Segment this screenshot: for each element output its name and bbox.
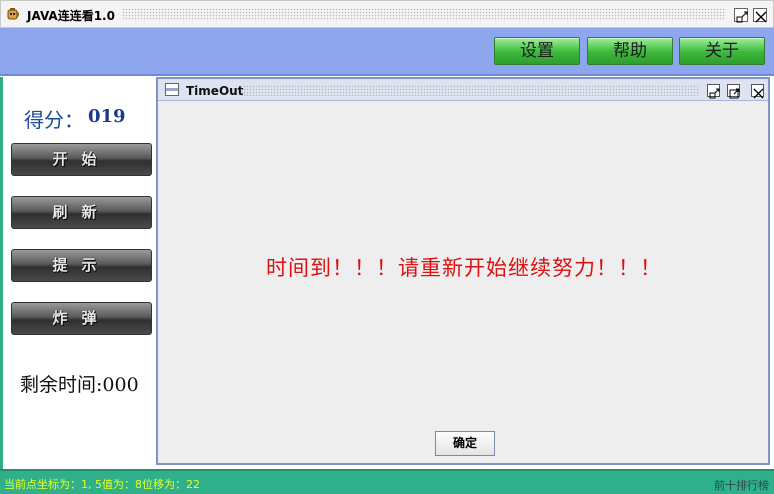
settings-button[interactable]: 设置	[494, 37, 580, 65]
hint-button[interactable]: 提示	[11, 249, 152, 282]
leaderboard-link[interactable]: 前十排行榜	[714, 477, 769, 493]
bomb-button[interactable]: 炸弹	[11, 302, 152, 335]
score-value: 019	[88, 106, 126, 127]
dialog-minimize-icon[interactable]	[707, 84, 720, 99]
title-bar-texture	[122, 8, 726, 21]
teapot-icon	[5, 6, 21, 22]
dialog-title: TimeOut	[186, 84, 244, 98]
close-icon[interactable]	[753, 8, 767, 23]
help-button[interactable]: 帮助	[587, 37, 673, 65]
refresh-button[interactable]: 刷新	[11, 196, 152, 229]
window-icon	[165, 83, 179, 96]
ok-button[interactable]: 确定	[435, 431, 495, 456]
score-label: 得分：	[24, 108, 84, 132]
dialog-title-texture	[240, 85, 700, 96]
dialog-close-icon[interactable]	[751, 84, 764, 99]
timeout-message: 时间到！！！请重新开始继续努力！！！	[266, 256, 662, 280]
remaining-time-label: 剩余时间:000	[20, 374, 139, 396]
minimize-icon[interactable]	[734, 8, 748, 23]
status-text: 当前点坐标为：1, 5值为：8位移为：22	[4, 478, 200, 491]
window-title: JAVA连连看1.0	[27, 9, 115, 23]
dialog-maximize-icon[interactable]	[727, 84, 740, 99]
start-button[interactable]: 开始	[11, 143, 152, 176]
about-button[interactable]: 关于	[679, 37, 765, 65]
